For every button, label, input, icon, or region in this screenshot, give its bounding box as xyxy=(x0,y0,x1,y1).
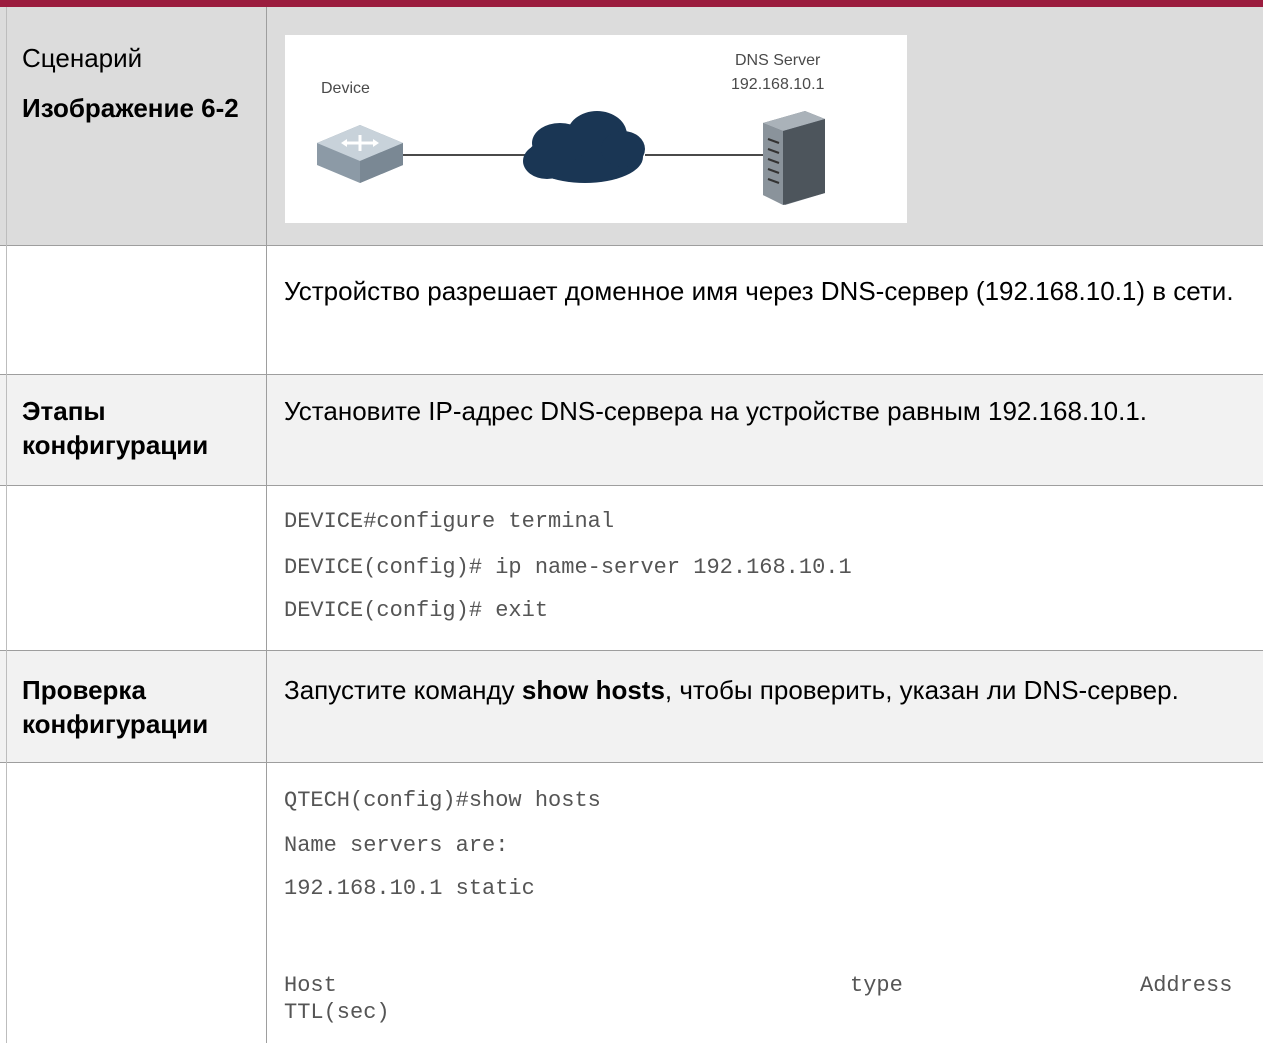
row-divider xyxy=(0,650,1263,651)
row-divider xyxy=(0,762,1263,763)
config-steps-label-line2: конфигурации xyxy=(22,430,209,460)
verify-output-line: QTECH(config)#show hosts xyxy=(284,788,601,813)
config-steps-label: Этапы конфигурации xyxy=(22,394,208,462)
config-steps-label-line1: Этапы xyxy=(22,396,106,426)
config-code-line: DEVICE(config)# ip name-server 192.168.1… xyxy=(284,555,852,580)
verification-text-after: , чтобы проверить, указан ли DNS-сервер. xyxy=(664,675,1179,705)
hosts-table-header-type: type xyxy=(850,973,903,998)
table-left-border xyxy=(6,7,7,1043)
show-hosts-command: show hosts xyxy=(521,675,665,705)
row-divider xyxy=(0,374,1263,375)
column-divider xyxy=(266,7,267,1043)
hosts-table-header-ttl: TTL(sec) xyxy=(284,1000,390,1025)
scenario-description: Устройство разрешает доменное имя через … xyxy=(284,276,1234,306)
config-code-line: DEVICE(config)# exit xyxy=(284,598,549,623)
server-ip-label: 192.168.10.1 xyxy=(731,76,825,93)
device-label: Device xyxy=(321,80,370,97)
verify-output-line: Name servers are: xyxy=(284,833,509,858)
config-steps-text: Установите IP-адрес DNS-сервера на устро… xyxy=(284,396,1148,426)
server-icon xyxy=(763,111,825,205)
cloud-icon xyxy=(523,111,645,183)
router-icon xyxy=(317,125,403,183)
verification-label-line2: конфигурации xyxy=(22,709,209,739)
row-divider xyxy=(0,245,1263,246)
figure-label: Изображение 6-2 xyxy=(22,93,239,123)
verification-label-line1: Проверка xyxy=(22,675,146,705)
verification-text-before: Запустите команду xyxy=(284,675,522,705)
hosts-table-header-host: Host xyxy=(284,973,337,998)
verify-output-line: 192.168.10.1 static xyxy=(284,876,535,901)
scenario-label: Сценарий xyxy=(22,43,143,73)
network-diagram: Device DNS Server 192.168.10.1 xyxy=(285,35,907,223)
verification-label: Проверка конфигурации xyxy=(22,673,208,741)
server-label: DNS Server xyxy=(735,52,821,69)
top-accent-bar xyxy=(0,0,1263,7)
verification-text: Запустите команду show hosts, чтобы пров… xyxy=(284,673,1250,707)
row-divider xyxy=(0,485,1263,486)
hosts-table-header-address: Address xyxy=(1140,973,1233,998)
config-code-line: DEVICE#configure terminal xyxy=(284,509,615,534)
